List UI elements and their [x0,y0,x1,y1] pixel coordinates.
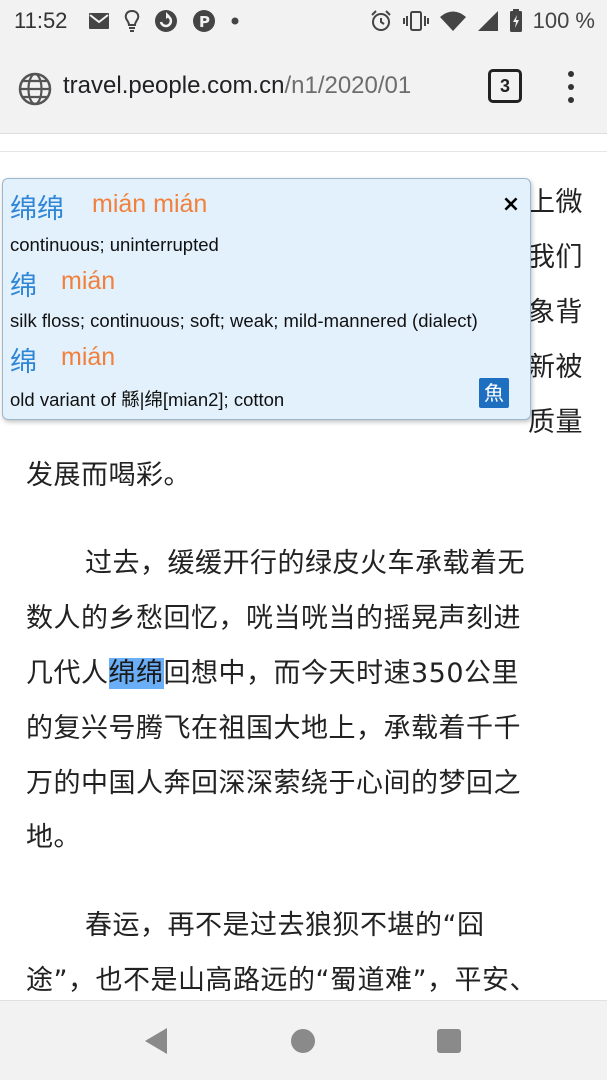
text-line: 途”，也不是山高路远的“蜀道难”，平安、 [26,965,537,996]
overflow-menu-button[interactable] [556,67,586,107]
back-icon[interactable] [145,1028,167,1054]
mail-icon [89,13,109,29]
menu-dot [568,97,574,103]
text-line: 新被 [528,352,583,383]
dict-headword: 绵 [10,347,37,378]
svg-text:P: P [199,13,210,31]
alarm-icon [370,10,391,31]
dictionary-popup[interactable]: 绵绵 mián mián continuous; uninterrupted 绵… [2,178,531,420]
home-icon[interactable] [291,1029,315,1053]
status-system-icons: 100 % [369,8,595,34]
text-line: 地。 [26,822,81,853]
text-line: 春运，再不是过去狼狈不堪的“囧 [85,910,485,941]
menu-dot [568,84,574,90]
text-segment: 回想中，而今天时速350公里 [163,658,520,689]
status-bar: 11:52 P 100 % [0,0,607,42]
text-line: 我们 [528,242,583,273]
divider [0,151,607,152]
refresh-app-icon [155,10,177,32]
dict-definition: continuous; uninterrupted [10,234,219,255]
status-notification-icons: P [88,9,240,33]
text-line: 万的中国人奔回深深萦绕于心间的梦回之 [26,768,521,799]
url-domain: travel.people.com.cn [63,72,285,99]
text-line: 几代人绵绵回想中，而今天时速350公里 [26,651,519,690]
selected-word[interactable]: 绵绵 [108,658,164,689]
vibrate-icon [402,11,429,31]
dict-pinyin: mián mián [92,190,208,218]
text-segment: 几代人 [26,658,109,689]
lightbulb-icon [124,9,140,32]
dict-definition: old variant of 緜|绵[mian2]; cotton [10,389,285,410]
url-path: /n1/2020/01 [284,72,412,99]
wifi-icon [439,11,466,31]
text-line: 过去，缓缓开行的绿皮火车承载着无 [85,548,525,579]
dict-headword: 绵 [10,271,37,302]
dict-headword: 绵绵 [10,194,64,225]
dictionary-app-icon[interactable]: 魚 [479,378,509,408]
dict-pinyin: mián [61,343,116,371]
text-line: 的复兴号腾飞在祖国大地上，承载着千千 [26,713,521,744]
browser-toolbar: travel.people.com.cn/n1/2020/01 3 [0,42,607,134]
url-field[interactable]: travel.people.com.cn/n1/2020/01 [63,72,465,100]
text-line: 数人的乡愁回忆，咣当咣当的摇晃声刻进 [26,603,521,634]
p-app-icon: P [193,10,215,32]
battery-icon [509,9,522,32]
status-time: 11:52 [14,8,68,33]
text-line: 发展而喝彩。 [26,460,191,491]
menu-dot [568,71,574,77]
dot-icon [231,17,239,25]
tab-switcher-button[interactable]: 3 [488,69,522,103]
dict-definition: silk floss; continuous; soft; weak; mild… [10,310,478,331]
recents-icon[interactable] [437,1029,461,1053]
system-navigation-bar [0,1000,607,1080]
dict-pinyin: mián [61,267,116,295]
text-line: 象背 [528,297,583,328]
battery-percentage: 100 % [532,8,595,33]
signal-icon [477,11,498,31]
text-line: 上微 [528,187,583,218]
globe-icon[interactable] [18,72,52,106]
text-line: 质量 [528,407,583,438]
close-icon[interactable]: × [499,193,523,217]
